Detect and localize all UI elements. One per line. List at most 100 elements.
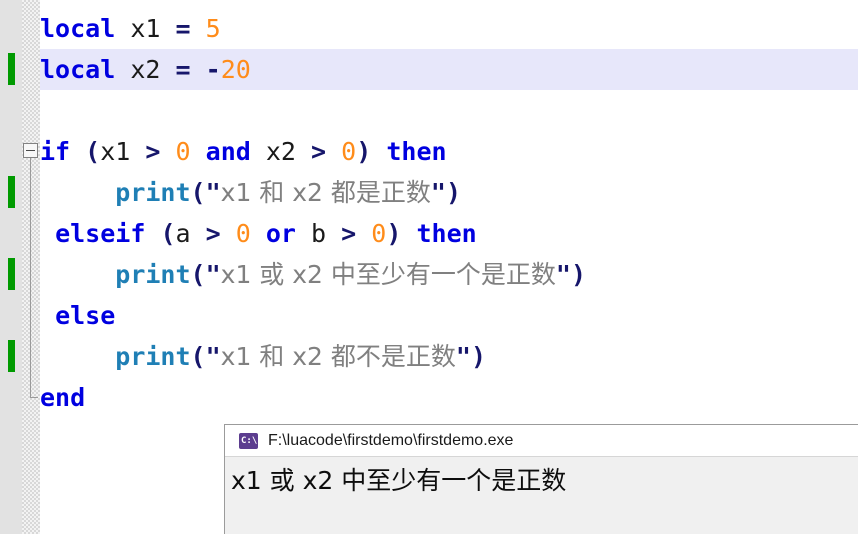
code-token-kw: if (40, 137, 71, 166)
line-change-indicator (8, 258, 15, 290)
code-token-id (251, 137, 266, 166)
code-token-id (160, 137, 175, 166)
code-token-fn: print (115, 178, 191, 207)
code-line[interactable]: else (40, 295, 858, 336)
code-token-kw: or (265, 219, 296, 248)
fold-range-line (30, 158, 31, 397)
code-token-id (326, 137, 341, 166)
code-token-kw: then (386, 137, 447, 166)
code-token-str: x1 或 x2 中至少有一个是正数 (220, 260, 556, 289)
code-token-id (115, 14, 130, 43)
code-token-op: - (205, 55, 221, 84)
console-output: x1 或 x2 中至少有一个是正数 (225, 457, 858, 499)
code-line[interactable]: print("x1 和 x2 都不是正数") (40, 336, 858, 377)
code-line[interactable]: print("x1 和 x2 都是正数") (40, 172, 858, 213)
code-line[interactable]: elseif (a > 0 or b > 0) then (40, 213, 858, 254)
code-token-id (251, 219, 266, 248)
code-token-id (40, 342, 115, 371)
code-token-kw: elseif (55, 219, 146, 248)
code-line[interactable]: local x1 = 5 (40, 8, 858, 49)
code-token-str: x1 和 x2 都不是正数 (220, 342, 456, 371)
console-output-line: x1 或 x2 中至少有一个是正数 (231, 466, 567, 495)
code-token-id (191, 55, 206, 84)
cmd-prompt-icon (239, 432, 258, 449)
code-token-quote: " (455, 342, 471, 371)
line-change-indicator (8, 53, 15, 85)
code-token-id (296, 137, 311, 166)
line-change-indicator (8, 176, 15, 208)
code-token-op: = (175, 55, 191, 84)
code-token-id (191, 137, 206, 166)
code-line[interactable]: end (40, 377, 858, 418)
code-token-id (371, 137, 386, 166)
code-token-punc: ( (85, 137, 101, 166)
code-token-quote: " (430, 178, 446, 207)
code-token-punc: ( (190, 342, 206, 371)
code-token-quote: " (205, 178, 221, 207)
code-token-id: x2 (265, 137, 296, 166)
code-token-id: x2 (130, 55, 161, 84)
code-token-num: 5 (205, 14, 221, 43)
console-titlebar[interactable]: F:\luacode\firstdemo\firstdemo.exe (225, 425, 858, 457)
code-token-op: > (145, 137, 161, 166)
code-token-str: x1 和 x2 都是正数 (220, 178, 431, 207)
code-token-id (40, 301, 55, 330)
code-token-id (40, 178, 115, 207)
code-token-fn: print (115, 260, 191, 289)
code-token-num: 0 (341, 137, 357, 166)
code-token-punc: ) (570, 260, 587, 289)
code-token-punc: ( (160, 219, 176, 248)
code-token-quote: " (555, 260, 571, 289)
code-token-id (160, 55, 175, 84)
code-token-kw: and (205, 137, 251, 166)
code-token-id (40, 219, 55, 248)
editor-fold-margin[interactable] (22, 0, 40, 534)
code-token-punc: ) (445, 178, 462, 207)
console-window[interactable]: F:\luacode\firstdemo\firstdemo.exe x1 或 … (224, 424, 858, 534)
code-token-kw: then (416, 219, 477, 248)
line-change-indicator (8, 340, 15, 372)
code-token-num: 0 (235, 219, 251, 248)
code-token-id (191, 219, 206, 248)
code-token-id (145, 219, 160, 248)
code-token-id (40, 260, 115, 289)
code-token-op: = (175, 14, 191, 43)
code-line[interactable]: print("x1 或 x2 中至少有一个是正数") (40, 254, 858, 295)
code-token-num: 0 (371, 219, 387, 248)
code-token-id (130, 137, 145, 166)
code-token-id: x1 (130, 14, 161, 43)
code-token-op: > (341, 219, 357, 248)
code-token-punc: ) (470, 342, 487, 371)
code-token-op: > (311, 137, 327, 166)
code-token-id: a (175, 219, 191, 248)
code-token-kw: else (55, 301, 116, 330)
fold-range-end-tick (30, 397, 38, 398)
code-token-kw: local (40, 14, 116, 43)
code-token-op: > (205, 219, 221, 248)
code-line[interactable] (40, 90, 858, 131)
code-token-id: x1 (100, 137, 131, 166)
code-token-id (70, 137, 85, 166)
code-token-num: 0 (175, 137, 191, 166)
code-token-punc: ) (386, 219, 402, 248)
code-token-punc: ( (190, 178, 206, 207)
code-token-id (401, 219, 416, 248)
code-token-punc: ( (190, 260, 206, 289)
code-token-quote: " (205, 342, 221, 371)
code-token-id (356, 219, 371, 248)
fold-collapse-icon[interactable] (23, 143, 38, 158)
code-token-fn: print (115, 342, 191, 371)
code-token-id (115, 55, 130, 84)
code-token-kw: end (40, 383, 86, 412)
code-line[interactable]: if (x1 > 0 and x2 > 0) then (40, 131, 858, 172)
screen-root: local x1 = 5 local x2 = -20 if (x1 > 0 and… (0, 0, 858, 534)
code-line[interactable]: local x2 = -20 (40, 49, 858, 90)
code-token-quote: " (205, 260, 221, 289)
code-token-num: 20 (220, 55, 251, 84)
console-title-text: F:\luacode\firstdemo\firstdemo.exe (268, 431, 514, 449)
code-token-id (191, 14, 206, 43)
code-token-id (221, 219, 236, 248)
code-token-kw: local (40, 55, 116, 84)
code-token-id (296, 219, 311, 248)
code-token-id: b (311, 219, 327, 248)
